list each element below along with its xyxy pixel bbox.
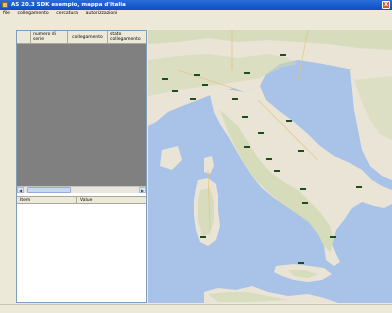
- city-marker[interactable]: [172, 90, 178, 92]
- window-title: AS 20.3 SDK esempio, mappa d'Italia: [11, 2, 126, 8]
- menu-bar: file collegamento cercatura autorizzazio…: [0, 10, 392, 18]
- scroll-right-arrow-icon[interactable]: ▶: [139, 187, 146, 193]
- map-view[interactable]: [148, 30, 392, 303]
- city-marker[interactable]: [266, 158, 272, 160]
- menu-autorizzazioni[interactable]: autorizzazioni: [83, 10, 121, 18]
- city-marker[interactable]: [162, 78, 168, 80]
- close-button[interactable]: X: [382, 1, 390, 9]
- city-marker[interactable]: [356, 186, 362, 188]
- city-marker[interactable]: [244, 146, 250, 148]
- title-bar: AS 20.3 SDK esempio, mappa d'Italia X: [0, 0, 392, 10]
- city-marker[interactable]: [244, 72, 250, 74]
- italy-map: [148, 30, 392, 303]
- menu-cercatura[interactable]: cercatura: [53, 10, 81, 18]
- column-collegamento[interactable]: collegamento: [68, 31, 108, 43]
- column-value[interactable]: Value: [77, 197, 92, 203]
- grid-row-header-cell: [17, 31, 31, 43]
- city-marker[interactable]: [232, 98, 238, 100]
- city-marker[interactable]: [258, 132, 264, 134]
- scroll-left-arrow-icon[interactable]: ◀: [17, 187, 24, 193]
- column-stato-collegamento[interactable]: stato collegamento: [108, 31, 146, 43]
- status-bar: [0, 304, 392, 313]
- device-grid-header: numero di serie collegamento stato colle…: [17, 31, 146, 44]
- properties-panel: Item Value: [17, 196, 146, 302]
- city-marker[interactable]: [330, 236, 336, 238]
- city-marker[interactable]: [298, 150, 304, 152]
- horizontal-scrollbar[interactable]: ◀ ▶: [17, 186, 146, 193]
- menu-file[interactable]: file: [0, 10, 13, 18]
- city-marker[interactable]: [242, 116, 248, 118]
- menu-collegamento[interactable]: collegamento: [14, 10, 51, 18]
- app-icon: [2, 2, 8, 8]
- city-marker[interactable]: [300, 188, 306, 190]
- city-marker[interactable]: [286, 120, 292, 122]
- column-numero-di-serie[interactable]: numero di serie: [31, 31, 68, 43]
- city-marker[interactable]: [190, 98, 196, 100]
- city-marker[interactable]: [194, 74, 200, 76]
- city-marker[interactable]: [302, 202, 308, 204]
- properties-header: Item Value: [17, 197, 146, 204]
- left-pane: numero di serie collegamento stato colle…: [16, 30, 147, 303]
- city-marker[interactable]: [298, 262, 304, 264]
- city-marker[interactable]: [280, 54, 286, 56]
- city-marker[interactable]: [200, 236, 206, 238]
- city-marker[interactable]: [202, 84, 208, 86]
- city-marker[interactable]: [274, 170, 280, 172]
- scroll-thumb[interactable]: [27, 187, 71, 193]
- app-window: AS 20.3 SDK esempio, mappa d'Italia X fi…: [0, 0, 392, 313]
- column-item[interactable]: Item: [17, 197, 77, 203]
- device-grid-body[interactable]: [17, 44, 146, 186]
